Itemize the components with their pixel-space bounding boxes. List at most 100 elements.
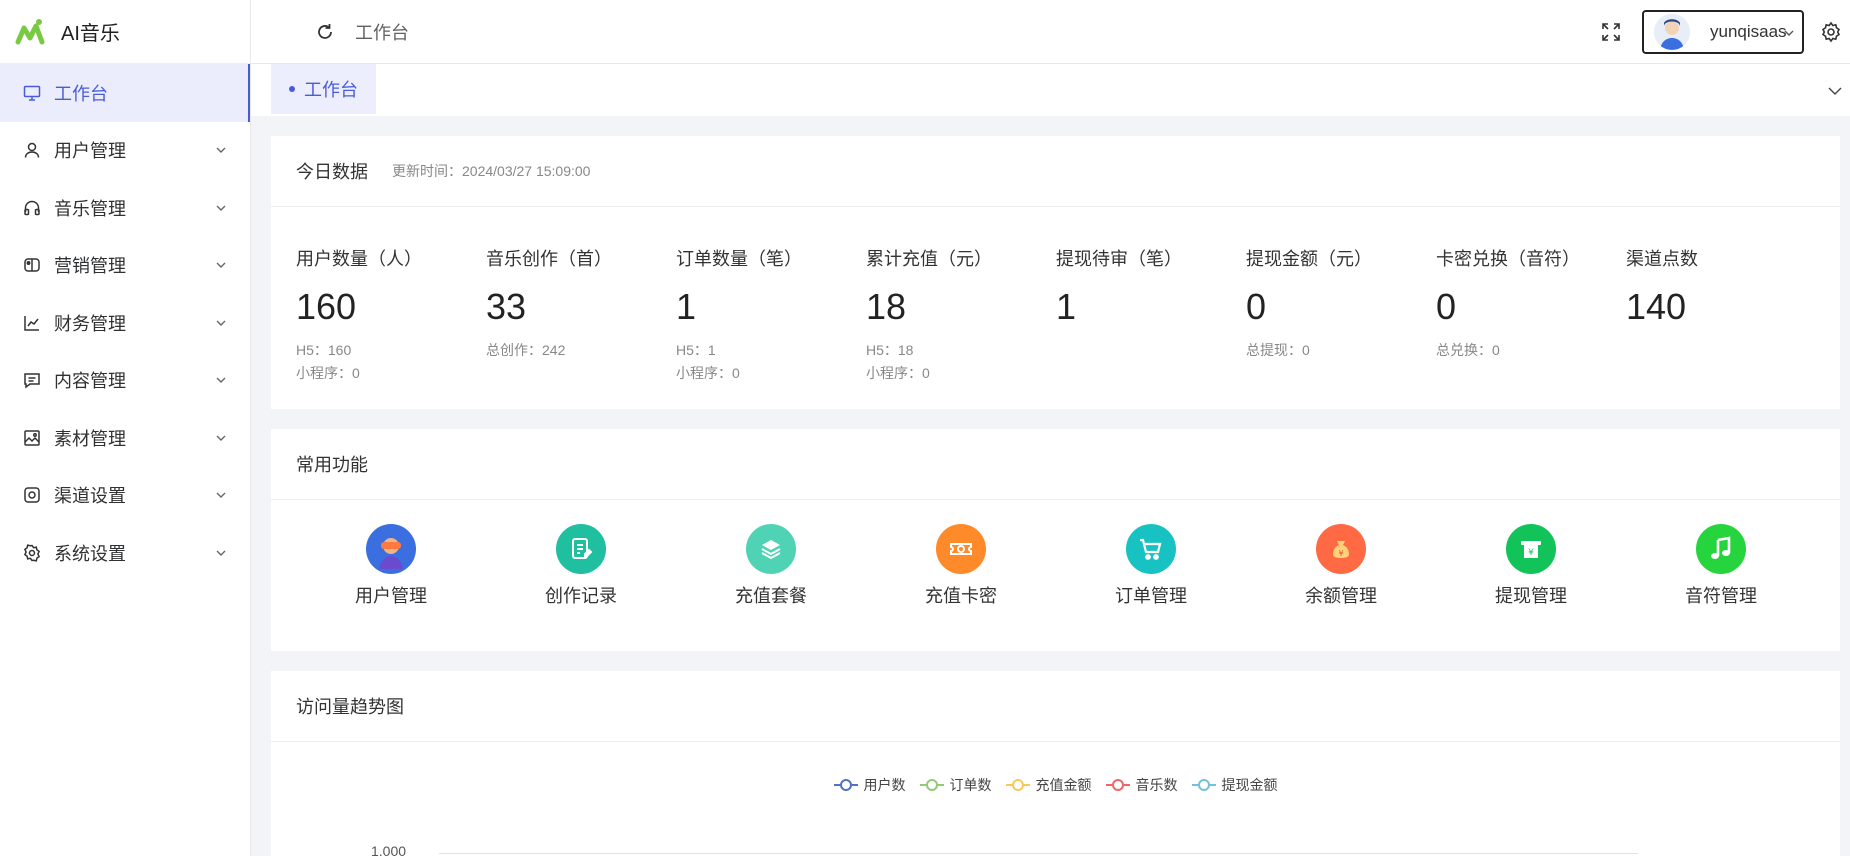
legend-item[interactable]: 充值金额 — [1005, 775, 1092, 795]
active-dot — [289, 86, 295, 92]
stat-withdraw-amount: 提现金额（元） 0 总提现：0 — [1246, 245, 1426, 362]
card-title: 常用功能 — [296, 455, 368, 475]
sidebar: AI音乐 工作台 用户管理 音乐管理 营销管理 财务管理 内容管理 素材管理 渠… — [0, 0, 251, 856]
stat-label: 用户数量（人） — [296, 249, 422, 269]
sidebar-item-dashboard[interactable]: 工作台 — [0, 64, 250, 122]
stat-value: 0 — [1436, 286, 1457, 327]
func-recharge-cards[interactable]: 充值卡密 — [901, 524, 1021, 608]
legend-item[interactable]: 订单数 — [919, 775, 992, 795]
legend-label: 充值金额 — [1035, 777, 1092, 793]
func-order-management[interactable]: 订单管理 — [1091, 524, 1211, 608]
ticket-icon — [936, 524, 986, 574]
user-menu[interactable]: yunqisaas — [1642, 9, 1804, 54]
legend-marker-icon — [1005, 779, 1030, 791]
refresh-icon[interactable] — [315, 22, 335, 42]
stat-value: 18 — [866, 286, 907, 327]
stat-sub-line: H5：1 — [676, 342, 716, 358]
func-label: 创作记录 — [545, 586, 617, 606]
sidebar-item-finance[interactable]: 财务管理 — [0, 294, 250, 352]
fullscreen-icon[interactable] — [1600, 21, 1622, 43]
legend-label: 订单数 — [949, 777, 992, 793]
legend-item[interactable]: 提现金额 — [1191, 775, 1278, 795]
func-user-management[interactable]: 用户管理 — [331, 524, 451, 608]
logo-icon — [15, 18, 45, 44]
username: yunqisaas — [1710, 21, 1787, 41]
sidebar-item-label: 营销管理 — [54, 256, 126, 277]
sidebar-item-label: 用户管理 — [54, 141, 126, 162]
sidebar-item-system[interactable]: 系统设置 — [0, 524, 250, 582]
chevron-down-icon — [216, 377, 226, 384]
image-icon — [22, 428, 42, 448]
sidebar-item-channel[interactable]: 渠道设置 — [0, 467, 250, 525]
stat-label: 提现待审（笔） — [1056, 249, 1182, 269]
withdraw-icon: ¥ — [1506, 524, 1556, 574]
avatar — [1654, 13, 1690, 50]
func-balance-management[interactable]: ¥ 余额管理 — [1281, 524, 1401, 608]
functions-grid: 用户管理 创作记录 充值套餐 充值卡密 订单管理 ¥ 余额管理 ¥ 提现管理 音… — [271, 500, 1840, 650]
stat-orders: 订单数量（笔） 1 H5：1 小程序：0 — [676, 245, 856, 385]
trend-chart-card: 访问量趋势图 用户数 订单数 充值金额 音乐数 提现金额 1,000 — [271, 671, 1840, 856]
svg-text:¥: ¥ — [1528, 548, 1534, 558]
sidebar-item-label: 工作台 — [54, 83, 108, 104]
sidebar-item-content[interactable]: 内容管理 — [0, 352, 250, 410]
stat-value: 1 — [676, 286, 697, 327]
func-creation-records[interactable]: 创作记录 — [521, 524, 641, 608]
stat-sub-line: 总提现：0 — [1246, 342, 1310, 358]
card-header: 今日数据 更新时间：2024/03/27 15:09:00 — [271, 136, 1840, 207]
chevron-down-icon — [216, 147, 226, 154]
settings-icon[interactable] — [1820, 21, 1842, 43]
stat-sub-line: 小程序：0 — [296, 365, 360, 381]
legend-label: 用户数 — [863, 777, 906, 793]
chevron-down-icon — [1784, 30, 1794, 36]
switch-icon — [22, 255, 42, 275]
sidebar-item-users[interactable]: 用户管理 — [0, 122, 250, 180]
tab-dashboard[interactable]: 工作台 — [271, 64, 376, 114]
chart-legend: 用户数 订单数 充值金额 音乐数 提现金额 — [271, 775, 1840, 795]
grid-line — [439, 853, 1638, 854]
document-icon — [556, 524, 606, 574]
stat-label: 卡密兑换（音符） — [1436, 249, 1580, 269]
legend-label: 音乐数 — [1135, 777, 1178, 793]
legend-label: 提现金额 — [1221, 777, 1278, 793]
sidebar-item-marketing[interactable]: 营销管理 — [0, 237, 250, 295]
layers-icon — [746, 524, 796, 574]
stat-label: 提现金额（元） — [1246, 249, 1372, 269]
money-bag-icon: ¥ — [1316, 524, 1366, 574]
sidebar-item-label: 内容管理 — [54, 371, 126, 392]
func-withdraw-management[interactable]: ¥ 提现管理 — [1471, 524, 1591, 608]
card-title: 今日数据 — [296, 162, 368, 182]
stat-label: 渠道点数 — [1626, 249, 1698, 269]
chevron-down-icon[interactable] — [1826, 82, 1844, 100]
header-actions: yunqisaas — [1600, 9, 1850, 54]
top-header: 工作台 yunqisaas — [251, 0, 1850, 64]
sidebar-item-label: 系统设置 — [54, 543, 126, 564]
stat-sub: 总兑换：0 — [1436, 339, 1616, 362]
func-label: 余额管理 — [1305, 586, 1377, 606]
card-title: 访问量趋势图 — [296, 697, 404, 717]
func-recharge-packages[interactable]: 充值套餐 — [711, 524, 831, 608]
func-label: 提现管理 — [1495, 586, 1567, 606]
vr-user-icon — [366, 524, 416, 574]
stat-channel-points: 渠道点数 140 — [1626, 245, 1806, 327]
breadcrumb: 工作台 — [355, 22, 409, 43]
func-label: 音符管理 — [1685, 586, 1757, 606]
stat-music: 音乐创作（首） 33 总创作：242 — [486, 245, 666, 362]
sidebar-item-music[interactable]: 音乐管理 — [0, 179, 250, 237]
func-note-management[interactable]: 音符管理 — [1661, 524, 1781, 608]
stat-label: 订单数量（笔） — [676, 249, 802, 269]
stat-label: 累计充值（元） — [866, 249, 992, 269]
stat-sub-line: 总兑换：0 — [1436, 342, 1500, 358]
stat-sub: 总创作：242 — [486, 339, 666, 362]
headphones-icon — [22, 198, 42, 218]
stat-sub-line: H5：160 — [296, 342, 352, 358]
sidebar-item-assets[interactable]: 素材管理 — [0, 409, 250, 467]
stat-recharge: 累计充值（元） 18 H5：18 小程序：0 — [866, 245, 1046, 385]
app-logo[interactable]: AI音乐 — [0, 0, 250, 64]
func-label: 用户管理 — [355, 586, 427, 606]
tab-label: 工作台 — [304, 80, 358, 100]
stat-value: 0 — [1246, 286, 1267, 327]
legend-item[interactable]: 音乐数 — [1105, 775, 1178, 795]
legend-item[interactable]: 用户数 — [833, 775, 906, 795]
gear-icon — [22, 543, 42, 563]
stat-value: 160 — [296, 286, 357, 327]
